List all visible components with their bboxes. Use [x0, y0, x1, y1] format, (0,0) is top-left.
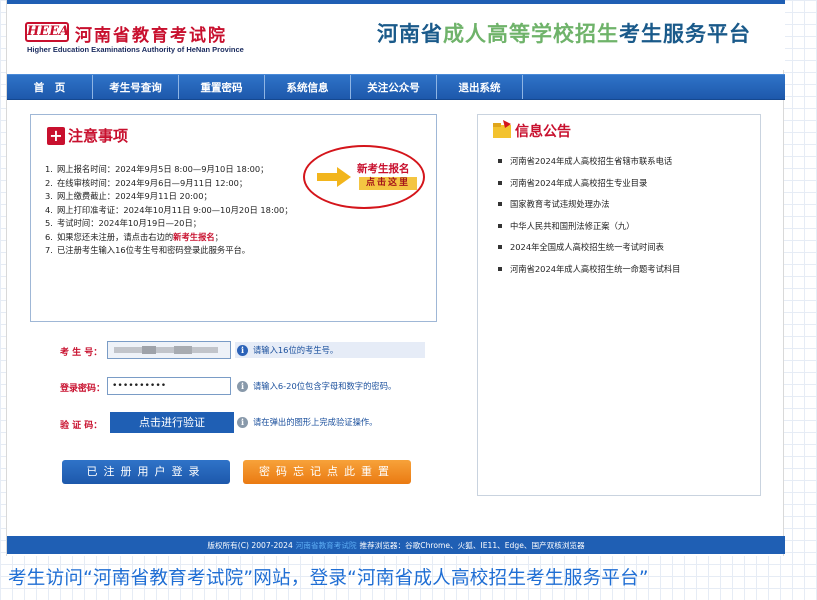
info-icon: i	[237, 344, 248, 356]
plus-icon: +	[47, 126, 65, 145]
password-input[interactable]: ••••••••••	[107, 377, 231, 395]
announcement-folder-icon	[493, 120, 511, 138]
main-nav: 首 页 考生号查询 重置密码 系统信息 关注公众号 退出系统	[7, 74, 785, 100]
forgot-password-button[interactable]: 密码忘记点此重置	[243, 460, 411, 484]
notice-item-num: 3.	[45, 191, 53, 201]
notice-item-num: 4.	[45, 204, 53, 215]
logo-mark: HEEA	[25, 22, 69, 42]
site-footer: 版权所有(C) 2007-2024 河南省教育考试院 推荐浏览器：谷歌Chrom…	[7, 536, 785, 554]
info-icon: i	[237, 380, 248, 392]
notice-item-text: 如果您还未注册，请点击右边的新考生报名；	[57, 231, 295, 245]
announcement-panel: 信息公告 河南省2024年成人高校招生省辖市联系电话 河南省2024年成人高校招…	[477, 114, 761, 496]
exam-number-hint: i 请输入16位的考生号。	[235, 342, 425, 358]
login-button[interactable]: 已注册用户登录	[62, 460, 230, 484]
notice-item-num: 7.	[45, 245, 53, 255]
notice-item: 6. 如果您还未注册，请点击右边的新考生报名；	[45, 231, 295, 245]
bullet-icon	[498, 223, 502, 228]
captcha-verify-button[interactable]: 点击进行验证	[110, 412, 234, 433]
notice-list: 1. 网上报名时间：2024年9月5日 8:00—9月10日 18:00； 2. 在…	[45, 163, 295, 258]
notice-item-text-a: 如果您还未注册，请点击右边的	[57, 231, 174, 242]
platform-title-part-c: 考生服务平台	[619, 22, 751, 46]
platform-title-part-a: 河南省	[377, 22, 443, 46]
announcement-link[interactable]: 中华人民共和国刑法修正案（九）	[510, 220, 634, 232]
bullet-icon	[498, 180, 502, 185]
notice-item: 2. 在线审核时间：2024年9月6日—9月11日 12:00；	[45, 177, 295, 191]
bullet-icon	[498, 159, 502, 163]
notice-item: 1. 网上报名时间：2024年9月5日 8:00—9月10日 18:00；	[45, 163, 295, 177]
password-hint: i 请输入6-20位包含字母和数字的密码。	[235, 378, 396, 394]
notice-item-text: 考试时间：2024年10月19日—20日；	[57, 218, 202, 228]
notice-item-text: 已注册考生输入16位考生号和密码登录此服务平台。	[57, 245, 251, 255]
footer-org-link[interactable]: 河南省教育考试院	[296, 540, 357, 551]
nav-exam-number-query[interactable]: 考生号查询	[93, 75, 179, 99]
announcement-title: 信息公告	[515, 124, 571, 140]
announcement-link[interactable]: 河南省2024年成人高校招生省辖市联系电话	[510, 155, 672, 167]
blurred-value	[114, 346, 218, 354]
announcement-link[interactable]: 河南省2024年成人高校招生统一命题考试科目	[510, 263, 680, 275]
captcha-hint: i 请在弹出的图形上完成验证操作。	[235, 414, 377, 430]
announcement-item[interactable]: 2024年全国成人高校招生统一考试时间表	[498, 241, 680, 263]
notice-item-text: 网上缴费截止：2024年9月11日 20:00；	[57, 191, 212, 201]
announcement-link[interactable]: 2024年全国成人高校招生统一考试时间表	[510, 241, 664, 253]
nav-system-info[interactable]: 系统信息	[265, 75, 351, 99]
new-register-callout[interactable]: 新考生报名 点击这里	[303, 145, 425, 209]
exam-number-label: 考 生 号：	[60, 348, 103, 358]
info-icon: i	[237, 416, 248, 428]
new-register-link[interactable]: 新考生报名	[173, 232, 215, 242]
bullet-icon	[498, 266, 502, 271]
notice-item: 4. 网上打印准考证：2024年10月11日 9:00—10月20日 18:00；	[45, 204, 295, 218]
password-label: 登录密码：	[60, 384, 106, 394]
platform-title-part-b: 成人高等学校招生	[443, 22, 619, 46]
announcement-item[interactable]: 河南省2024年成人高校招生专业目录	[498, 177, 680, 199]
arrow-right-icon	[317, 167, 351, 187]
new-register-title: 新考生报名	[357, 163, 410, 175]
bullet-icon	[498, 245, 502, 249]
new-register-click-button[interactable]: 点击这里	[359, 177, 417, 190]
logo-cn-text: 河南省教育考试院	[75, 26, 227, 46]
slide-caption: 考生访问“河南省教育考试院”网站，登录“河南省成人高校招生考生服务平台”	[8, 568, 649, 589]
notice-panel: + 注意事项 1. 网上报名时间：2024年9月5日 8:00—9月10日 18:…	[30, 114, 437, 322]
nav-home[interactable]: 首 页	[7, 75, 93, 99]
notice-item-text: 在线审核时间：2024年9月6日—9月11日 12:00；	[57, 177, 248, 188]
notice-item: 7. 已注册考生输入16位考生号和密码登录此服务平台。	[45, 244, 295, 258]
notice-item-num: 6.	[45, 231, 53, 242]
platform-title: 河南省成人高等学校招生考生服务平台	[377, 18, 751, 48]
notice-title: 注意事项	[68, 127, 129, 145]
password-hint-text: 请输入6-20位包含字母和数字的密码。	[253, 381, 397, 391]
notice-item-text: 网上打印准考证：2024年10月11日 9:00—10月20日 18:00；	[57, 204, 293, 215]
footer-browsers: 推荐浏览器：谷歌Chrome、火狐、IE11、Edge、国产双核浏览器	[359, 540, 585, 550]
notice-item-num: 2.	[45, 177, 53, 188]
announcement-item[interactable]: 河南省2024年成人高校招生省辖市联系电话	[498, 155, 680, 177]
exam-number-hint-text: 请输入16位的考生号。	[253, 345, 339, 355]
bullet-icon	[498, 202, 502, 206]
nav-reset-password[interactable]: 重置密码	[179, 75, 265, 99]
nav-logout[interactable]: 退出系统	[437, 75, 523, 99]
announcement-header: 信息公告	[491, 119, 571, 141]
notice-item-num: 1.	[45, 164, 53, 174]
notice-item-text: 网上报名时间：2024年9月5日 8:00—9月10日 18:00；	[57, 164, 269, 174]
notice-item-num: 5.	[45, 218, 53, 228]
notice-header: + 注意事项	[47, 125, 128, 146]
announcement-link[interactable]: 河南省2024年成人高校招生专业目录	[510, 177, 647, 189]
announcement-list: 河南省2024年成人高校招生省辖市联系电话 河南省2024年成人高校招生专业目录…	[498, 155, 680, 284]
notice-item: 5. 考试时间：2024年10月19日—20日；	[45, 217, 295, 231]
captcha-hint-text: 请在弹出的图形上完成验证操作。	[253, 417, 378, 427]
announcement-item[interactable]: 河南省2024年成人高校招生统一命题考试科目	[498, 263, 680, 285]
logo-en-text: Higher Education Examinations Authority …	[27, 45, 244, 54]
page-frame: HEEA 河南省教育考试院 Higher Education Examinati…	[6, 0, 785, 556]
notice-item: 3. 网上缴费截止：2024年9月11日 20:00；	[45, 190, 295, 204]
nav-follow-account[interactable]: 关注公众号	[351, 75, 437, 99]
announcement-item[interactable]: 国家教育考试违规处理办法	[498, 198, 680, 220]
site-header: HEEA 河南省教育考试院 Higher Education Examinati…	[7, 4, 785, 70]
announcement-link[interactable]: 国家教育考试违规处理办法	[510, 198, 610, 210]
footer-copyright: 版权所有(C) 2007-2024	[207, 540, 293, 550]
notice-item-text-b: ；	[214, 231, 223, 242]
exam-number-input[interactable]	[107, 341, 231, 359]
announcement-item[interactable]: 中华人民共和国刑法修正案（九）	[498, 220, 680, 242]
captcha-label: 验 证 码：	[60, 421, 103, 431]
